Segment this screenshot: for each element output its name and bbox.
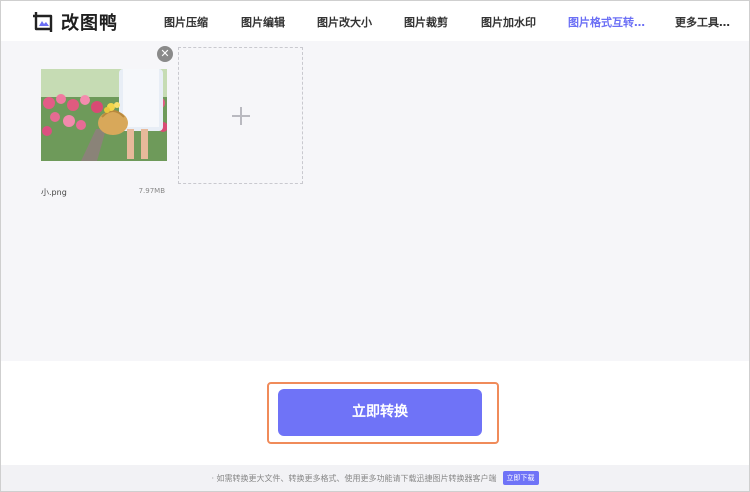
plus-icon	[231, 106, 250, 125]
thumbnail-image	[41, 69, 167, 161]
nav-image-resize[interactable]: 图片改大小	[317, 14, 372, 30]
logo-icon	[33, 12, 53, 32]
nav-more-tools[interactable]: 更多工具…	[675, 14, 730, 30]
logo-text: 改图鸭	[61, 13, 118, 34]
footer-text: · 如需转换更大文件、转换更多格式、使用更多功能请下载迅捷图片转换器客户端	[211, 473, 497, 483]
file-size: 7.97MB	[138, 187, 165, 195]
nav-image-watermark[interactable]: 图片加水印	[481, 14, 536, 30]
nav-image-format-convert[interactable]: 图片格式互转…	[568, 14, 645, 30]
file-card: ✕ 小.png 7.97MB	[41, 46, 173, 205]
footer-bar: · 如需转换更大文件、转换更多格式、使用更多功能请下载迅捷图片转换器客户端 立即…	[1, 465, 749, 491]
file-name: 小.png	[41, 188, 67, 197]
nav-image-edit[interactable]: 图片编辑	[241, 14, 285, 30]
close-icon: ✕	[160, 47, 170, 60]
convert-now-button[interactable]: 立即转换	[278, 389, 482, 436]
download-now-button[interactable]: 立即下载	[502, 471, 539, 485]
nav-image-crop[interactable]: 图片裁剪	[404, 14, 448, 30]
add-file-button[interactable]	[178, 47, 303, 184]
remove-file-button[interactable]: ✕	[157, 46, 173, 62]
nav-image-compress[interactable]: 图片压缩	[164, 14, 208, 30]
action-area: 立即转换	[1, 361, 749, 465]
logo[interactable]: 改图鸭	[31, 9, 118, 35]
upload-area: ✕ 小.png 7.97MB	[1, 41, 749, 361]
top-header: 改图鸭 图片压缩 图片编辑 图片改大小 图片裁剪 图片加水印 图片格式互转… 更…	[1, 1, 749, 41]
file-thumbnail[interactable]	[41, 69, 167, 161]
